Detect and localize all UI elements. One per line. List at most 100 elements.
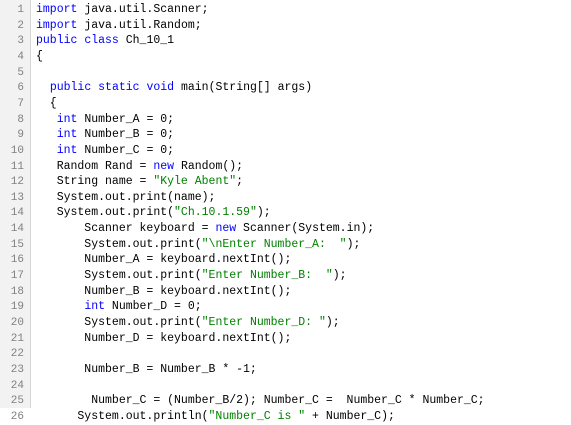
code-line[interactable]: 6 public static void main(String[] args) [0,80,571,96]
code-token: System.out.print( [36,237,202,251]
code-token: String name = [36,175,154,189]
code-text: import java.util.Random; [36,18,202,34]
code-line[interactable]: 10 int Number_C = 0; [0,143,571,159]
code-token: java.util.Random; [77,18,202,32]
string-token: "\nEnter Number_A: " [201,237,347,251]
code-line[interactable]: 12 String name = "Kyle Abent"; [0,174,571,190]
code-token: System.out.print( [36,316,202,329]
line-number: 14 [10,223,24,236]
line-number: 10 [10,144,24,157]
code-token: ); [346,237,361,251]
keyword-token: void [146,81,175,95]
code-line[interactable]: 9 int Number_B = 0; [0,127,571,143]
code-line[interactable]: 13 System.out.print(name); [0,190,571,206]
code-line[interactable]: 25 Number_C = (Number_B/2); Number_C = N… [0,393,571,409]
code-text: System.out.print(name); [36,190,216,206]
code-text: String name = "Kyle Abent"; [36,174,243,190]
code-token: System.out.print(name); [36,190,216,204]
keyword-token: import [36,3,78,16]
code-text: System.out.print("Enter Number_D: "); [36,315,340,331]
line-number: 7 [17,97,24,110]
line-number: 22 [10,348,24,361]
line-number: 24 [10,379,24,392]
code-text: Number_B = keyboard.nextInt(); [36,284,291,300]
code-line[interactable]: 8 int Number_A = 0; [0,112,571,128]
code-line[interactable]: 22 [0,346,571,362]
code-token: ); [325,316,340,329]
code-token: Ch_10_1 [118,34,175,48]
code-text: { [36,49,43,65]
line-number: 14 [10,207,24,220]
code-token: Number_D = keyboard.nextInt(); [36,331,292,345]
code-editor[interactable]: 1 import java.util.Scanner; 2 import java.u… [0,0,571,423]
line-number: 11 [10,160,24,173]
line-number: 23 [10,363,24,376]
code-line[interactable]: 16 Number_A = keyboard.nextInt(); [0,252,571,268]
code-text: public static void main(String[] args) [36,80,312,96]
code-line[interactable]: 4{ [0,49,571,65]
keyword-token: public [49,81,92,95]
code-token: + Number_C); [305,409,395,423]
code-token: System.out.print( [36,269,202,283]
code-token: System.out.println( [36,409,209,423]
keyword-token: int [84,300,106,314]
code-token: Number_C = 0; [77,143,175,157]
code-token: ); [256,206,271,220]
keyword-token: int [56,112,78,126]
code-line[interactable]: 14 Scanner keyboard = new Scanner(System… [0,221,571,237]
code-token: Number_C = (Number_B/2); Number_C = Numb… [36,394,485,408]
code-token: java.util.Scanner; [77,3,209,16]
code-text: System.out.print("\nEnter Number_A: "); [36,237,360,253]
code-text: System.out.print("Ch.10.1.59"); [36,205,271,221]
code-line[interactable]: 20 System.out.print("Enter Number_D: "); [0,315,571,331]
code-text: Random Rand = new Random(); [36,159,243,175]
code-line[interactable]: 24 [0,378,571,394]
code-line[interactable]: 21 Number_D = keyboard.nextInt(); [0,331,571,347]
code-token: { [36,49,43,63]
code-text: Scanner keyboard = new Scanner(System.in… [36,221,374,237]
line-number: 17 [10,270,24,283]
code-line[interactable]: 23 Number_B = Number_B * -1; [0,362,571,378]
code-line[interactable]: 26 System.out.println("Number_C is " + N… [0,409,571,425]
keyword-token: new [153,159,175,173]
code-token: ; [236,175,244,189]
code-line[interactable]: 15 System.out.print("\nEnter Number_A: "… [0,237,571,253]
line-number: 13 [10,191,24,204]
string-token: "Enter Number_B: " [201,269,333,283]
code-line[interactable]: 18 Number_B = keyboard.nextInt(); [0,284,571,300]
line-number: 16 [10,254,24,267]
line-number: 9 [17,129,24,142]
code-token: Random Rand = [36,159,154,173]
code-token: Number_A = 0; [77,112,175,126]
code-line[interactable]: 11 Random Rand = new Random(); [0,159,571,175]
code-token: System.out.print( [36,206,175,220]
code-line[interactable]: 3 public class Ch_10_1 [0,33,571,49]
line-number: 12 [10,176,24,189]
code-text: Number_A = keyboard.nextInt(); [36,252,291,268]
code-token: { [36,96,57,110]
code-line[interactable]: 5 [0,65,571,81]
code-token: Number_A = keyboard.nextInt(); [36,253,292,267]
code-token: Number_B = 0; [77,128,175,142]
code-line[interactable]: 1 import java.util.Scanner; [0,2,571,18]
line-number: 25 [10,395,24,408]
line-number: 1 [17,4,24,16]
code-line[interactable]: 17 System.out.print("Enter Number_B: "); [0,268,571,284]
code-line[interactable]: 14 System.out.print("Ch.10.1.59"); [0,205,571,221]
code-line[interactable]: 7 { [0,96,571,112]
keyword-token: int [56,143,78,157]
code-token: Number_B = keyboard.nextInt(); [36,284,292,298]
line-number: 3 [17,35,24,48]
keyword-token: new [215,222,237,236]
code-text: import java.util.Scanner; [36,2,209,18]
code-token: main(String[] args) [174,81,313,95]
code-line[interactable]: 19 int Number_D = 0; [0,299,571,315]
code-text: System.out.print("Enter Number_B: "); [36,268,346,284]
line-number: 20 [10,317,24,329]
code-line[interactable]: 2 import java.util.Random; [0,18,571,34]
code-text: Number_B = Number_B * -1; [36,362,257,378]
line-number: 18 [10,285,24,298]
